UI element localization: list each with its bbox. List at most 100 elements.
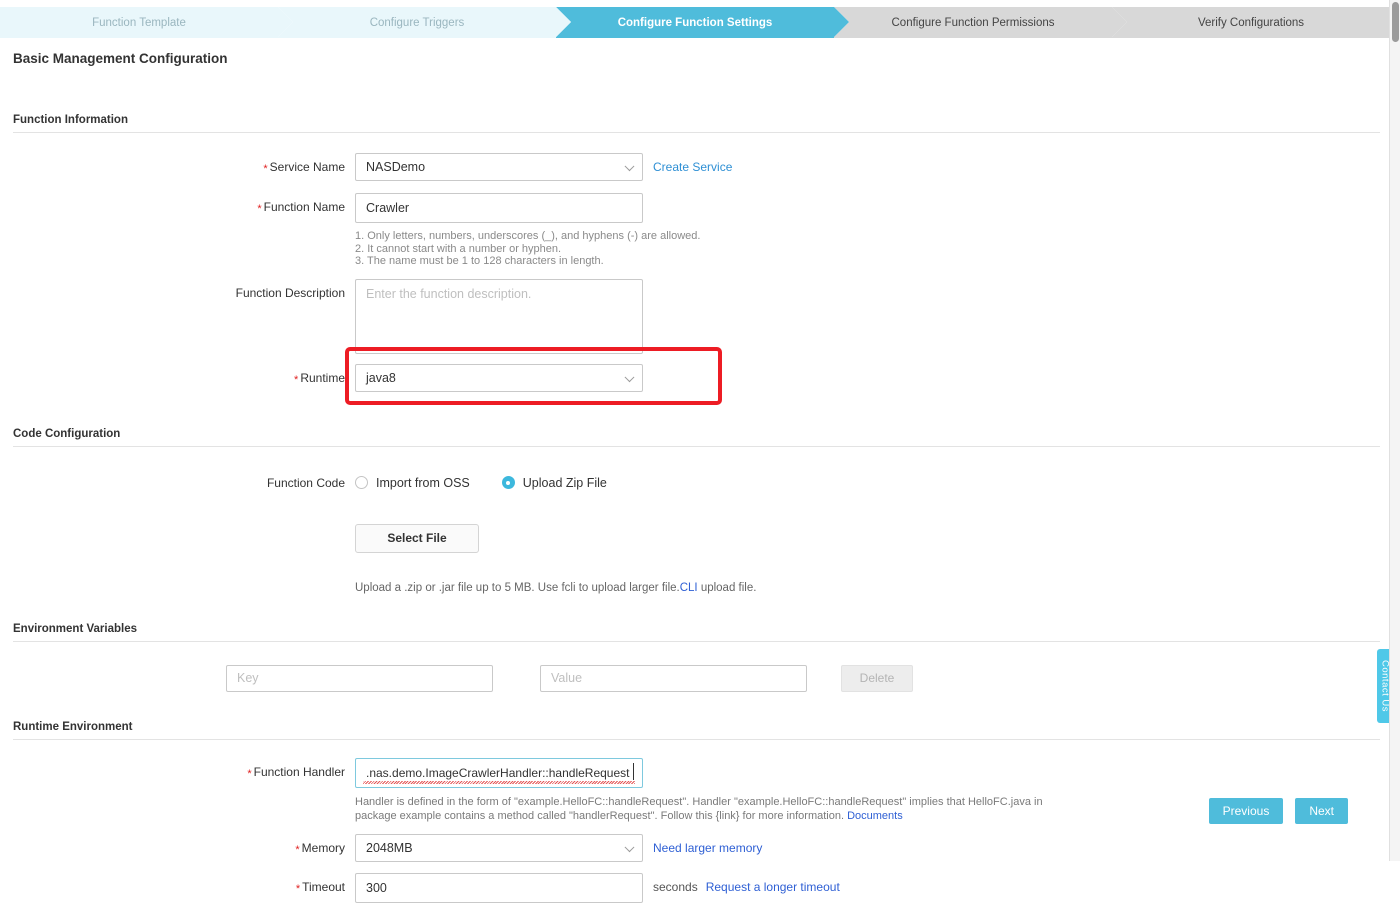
step-label: Function Template xyxy=(92,16,186,29)
field-timeout: * Timeout 300 seconds Request a longer ti… xyxy=(0,872,1390,903)
need-larger-memory-link[interactable]: Need larger memory xyxy=(653,834,762,862)
upload-hint-text: Upload a .zip or .jar file up to 5 MB. U… xyxy=(355,582,680,594)
function-name-control: Crawler 1. Only letters, numbers, unders… xyxy=(355,193,700,268)
wizard-nav-buttons: Previous Next xyxy=(1208,798,1348,824)
env-key-input[interactable]: Key xyxy=(226,664,493,692)
request-longer-timeout-link[interactable]: Request a longer timeout xyxy=(706,873,840,901)
function-description-textarea[interactable]: Enter the function description. xyxy=(355,278,643,354)
runtime-label: * Runtime xyxy=(294,370,345,386)
step-label: Configure Function Permissions xyxy=(891,16,1055,29)
field-service-name: * Service Name NASDemo Create Service xyxy=(0,153,1390,183)
section-heading-function-information: Function Information xyxy=(13,114,128,126)
radio-icon xyxy=(355,476,368,489)
function-handler-control: .nas.demo.ImageCrawlerHandler::handleReq… xyxy=(355,757,1045,823)
step-configure-function-settings[interactable]: Configure Function Settings xyxy=(556,7,849,38)
radio-upload-zip-file[interactable]: Upload Zip File xyxy=(501,475,607,490)
create-service-link[interactable]: Create Service xyxy=(653,153,732,181)
required-marker: * xyxy=(294,373,299,386)
function-name-label: * Function Name xyxy=(257,200,345,215)
section-code-configuration: Code Configuration Function Code Import … xyxy=(0,428,1390,595)
divider xyxy=(13,445,1380,447)
field-function-description: Function Description Enter the function … xyxy=(0,278,1390,354)
previous-button[interactable]: Previous xyxy=(1208,798,1284,824)
runtime-value: java8 xyxy=(366,370,396,385)
service-name-label: * Service Name xyxy=(263,160,345,175)
chevron-down-icon xyxy=(624,841,635,852)
text-caret xyxy=(633,762,634,780)
wizard-stepper: Function Template Configure Triggers Con… xyxy=(0,7,1390,38)
function-name-input[interactable]: Crawler xyxy=(355,193,643,223)
service-name-value: NASDemo xyxy=(366,160,426,174)
function-code-radio-group: Import from OSS Upload Zip File xyxy=(355,469,639,497)
runtime-control: java8 xyxy=(355,363,643,392)
required-marker: * xyxy=(263,163,268,175)
required-marker: * xyxy=(247,767,252,780)
function-description-label: Function Description xyxy=(235,285,345,300)
section-heading-environment-variables: Environment Variables xyxy=(13,622,137,635)
divider xyxy=(13,640,1380,642)
env-delete-button[interactable]: Delete xyxy=(841,664,913,692)
env-value-input[interactable]: Value xyxy=(540,664,807,692)
required-marker: * xyxy=(295,843,300,856)
function-handler-hint: Handler is defined in the form of "examp… xyxy=(355,795,1045,823)
memory-control: 2048MB xyxy=(355,833,643,862)
env-var-row: Key Value Delete xyxy=(226,664,1390,692)
function-name-hint: 1. Only letters, numbers, underscores (_… xyxy=(355,230,701,267)
documents-link[interactable]: Documents xyxy=(847,810,903,822)
section-heading-runtime-environment: Runtime Environment xyxy=(13,720,133,733)
step-label: Verify Configurations xyxy=(1197,16,1305,29)
scrollbar-thumb[interactable] xyxy=(1392,2,1399,42)
function-handler-wrap: .nas.demo.ImageCrawlerHandler::handleReq… xyxy=(355,757,643,788)
radio-icon-selected xyxy=(501,476,515,489)
function-description-control: Enter the function description. xyxy=(355,278,643,354)
step-label: Configure Function Settings xyxy=(617,16,773,29)
section-runtime-environment: Runtime Environment * Function Handler .n… xyxy=(0,721,1390,903)
timeout-label: * Timeout xyxy=(295,879,345,895)
field-function-handler: * Function Handler .nas.demo.ImageCrawler… xyxy=(0,757,1390,823)
select-file-control: Select File Upload a .zip or .jar file u… xyxy=(355,523,756,595)
upload-hint-text-after: upload file. xyxy=(697,582,757,594)
required-marker: * xyxy=(257,203,262,215)
section-environment-variables: Environment Variables Key Value Delete xyxy=(0,623,1390,692)
divider xyxy=(13,132,1380,133)
memory-value: 2048MB xyxy=(366,840,413,855)
step-function-template[interactable]: Function Template xyxy=(0,7,293,38)
field-memory: * Memory 2048MB Need larger memory xyxy=(0,833,1390,864)
step-configure-function-permissions[interactable]: Configure Function Permissions xyxy=(834,7,1127,38)
function-code-label: Function Code xyxy=(266,475,345,490)
timeout-unit: seconds xyxy=(653,879,698,894)
section-function-information: Function Information * Service Name NASDe… xyxy=(0,114,1390,394)
radio-label: Import from OSS xyxy=(376,475,470,490)
cli-link[interactable]: CLI xyxy=(680,582,698,594)
page-body: Basic Management Configuration Function … xyxy=(0,38,1390,903)
timeout-input[interactable]: 300 xyxy=(355,872,643,903)
step-verify-configurations[interactable]: Verify Configurations xyxy=(1112,7,1390,38)
vertical-scrollbar[interactable] xyxy=(1389,0,1400,861)
function-handler-label: * Function Handler xyxy=(247,764,345,780)
field-function-code: Function Code Import from OSS Upload Zip… xyxy=(0,469,1390,497)
upload-hint: Upload a .zip or .jar file up to 5 MB. U… xyxy=(355,570,756,595)
service-name-select[interactable]: NASDemo xyxy=(355,153,643,181)
page-title: Basic Management Configuration xyxy=(13,51,228,66)
radio-import-from-oss[interactable]: Import from OSS xyxy=(355,476,470,490)
timeout-control: 300 xyxy=(355,872,643,903)
chevron-down-icon xyxy=(624,371,635,382)
memory-select[interactable]: 2048MB xyxy=(355,833,643,862)
step-configure-triggers[interactable]: Configure Triggers xyxy=(278,7,571,38)
radio-label: Upload Zip File xyxy=(522,475,607,490)
divider xyxy=(13,738,1380,740)
required-marker: * xyxy=(295,882,301,895)
spellcheck-underline xyxy=(363,780,635,784)
next-button[interactable]: Next xyxy=(1295,798,1348,824)
field-runtime: * Runtime java8 xyxy=(0,363,1390,394)
section-heading-code-configuration: Code Configuration xyxy=(13,427,121,440)
field-function-name: * Function Name Crawler 1. Only letters, … xyxy=(0,193,1390,268)
runtime-select[interactable]: java8 xyxy=(355,363,643,392)
service-name-control: NASDemo xyxy=(355,153,643,181)
memory-label: * Memory xyxy=(295,840,345,856)
field-select-file: Select File Upload a .zip or .jar file u… xyxy=(0,523,1390,595)
step-label: Configure Triggers xyxy=(369,16,465,29)
function-handler-hint-text: Handler is defined in the form of "examp… xyxy=(355,795,1043,822)
select-file-button[interactable]: Select File xyxy=(355,523,479,553)
chevron-down-icon xyxy=(624,161,635,172)
